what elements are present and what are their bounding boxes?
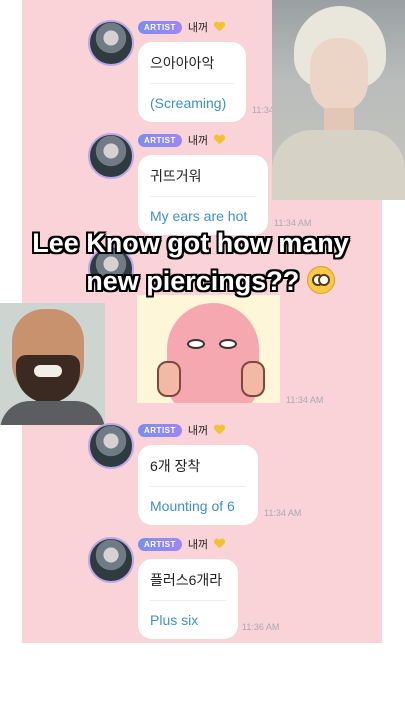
message-time: 11:36 AM <box>242 622 280 632</box>
artist-badge: ARTIST <box>138 537 182 551</box>
translation-text: (Screaming) <box>150 95 227 111</box>
peach-sticker[interactable] <box>137 295 280 403</box>
translation-text: Plus six <box>150 612 199 628</box>
message-header: ARTIST 내꺼 <box>138 535 225 553</box>
message-time: 11:34 AM <box>274 218 312 228</box>
yellow-heart-icon <box>214 539 225 549</box>
artist-avatar[interactable] <box>88 537 134 583</box>
message-bubble[interactable]: 으아아아악 (Screaming) <box>138 42 246 122</box>
sender-name: 내꺼 <box>187 425 209 437</box>
original-text: 귀뜨거워 <box>150 165 256 197</box>
overlay-caption-line2: new piercings?? <box>8 266 405 297</box>
original-text: 으아아아악 <box>150 52 234 84</box>
translation-text: Mounting of 6 <box>150 498 235 514</box>
message-time: 11:34 AM <box>264 508 302 518</box>
sender-name: 내꺼 <box>187 539 209 551</box>
message-header: ARTIST 내꺼 <box>138 131 225 149</box>
yellow-heart-icon <box>214 22 225 32</box>
artist-badge: ARTIST <box>138 20 182 34</box>
artist-badge: ARTIST <box>138 423 182 437</box>
message-header: ARTIST 내꺼 <box>138 421 225 439</box>
translation-text: My ears are hot <box>150 208 248 224</box>
sender-name: 내꺼 <box>187 135 209 147</box>
flushed-face-icon <box>306 266 335 294</box>
yellow-heart-icon <box>214 425 225 435</box>
message-bubble[interactable]: 플러스6개라 Plus six <box>138 559 238 639</box>
artist-avatar[interactable] <box>88 20 134 66</box>
artist-avatar[interactable] <box>88 133 134 179</box>
original-text: 플러스6개라 <box>150 569 226 601</box>
sticker-time: 11:34 AM <box>286 395 324 405</box>
artist-badge: ARTIST <box>138 133 182 147</box>
artist-avatar[interactable] <box>88 423 134 469</box>
sender-name: 내꺼 <box>187 22 209 34</box>
message-header: ARTIST 내꺼 <box>138 18 225 36</box>
overlay-caption-text: new piercings?? <box>86 266 300 296</box>
artist-photo <box>272 0 405 200</box>
reactor-photo <box>0 303 105 425</box>
message-bubble[interactable]: 6개 장착 Mounting of 6 <box>138 445 258 525</box>
yellow-heart-icon <box>214 135 225 145</box>
original-text: 6개 장착 <box>150 455 246 487</box>
overlay-caption-line1: Lee Know got how many <box>32 228 349 258</box>
message-bubble[interactable]: 귀뜨거워 My ears are hot <box>138 155 268 235</box>
